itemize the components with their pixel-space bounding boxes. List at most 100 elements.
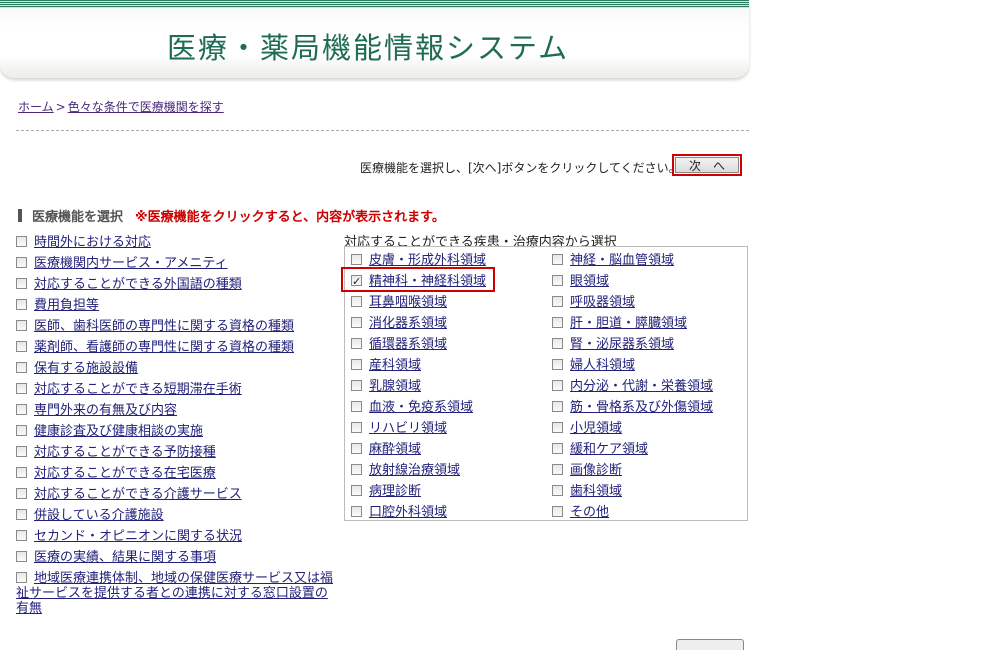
item-link[interactable]: 眼領域: [570, 274, 609, 289]
checkbox[interactable]: [351, 254, 362, 265]
checkbox[interactable]: [351, 338, 362, 349]
list-item: 地域医療連携体制、地域の保健医療サービス又は福祉サービスを提供する者との連携に対…: [16, 571, 338, 616]
item-link[interactable]: 皮膚・形成外科領域: [369, 253, 486, 268]
checkbox[interactable]: [552, 254, 563, 265]
checkbox[interactable]: [552, 443, 563, 454]
checkbox[interactable]: [16, 383, 27, 394]
item-link[interactable]: その他: [570, 505, 609, 520]
checkbox[interactable]: [351, 443, 362, 454]
checkbox[interactable]: [16, 320, 27, 331]
item-link[interactable]: 専門外来の有無及び内容: [34, 403, 177, 418]
checkbox[interactable]: [552, 359, 563, 370]
list-item: リハビリ領域: [351, 419, 486, 440]
checkbox[interactable]: [552, 380, 563, 391]
item-link[interactable]: 医師、歯科医師の専門性に関する資格の種類: [34, 319, 294, 334]
item-link[interactable]: 時間外における対応: [34, 235, 151, 250]
next-button[interactable]: 次 へ: [672, 154, 742, 176]
item-link[interactable]: 循環器系領域: [369, 337, 447, 352]
item-link[interactable]: 対応することができる在宅医療: [34, 466, 216, 481]
item-link[interactable]: 呼吸器領域: [570, 295, 635, 310]
checkbox[interactable]: [16, 530, 27, 541]
checkbox[interactable]: [351, 485, 362, 496]
checkbox[interactable]: [552, 317, 563, 328]
checkbox[interactable]: [16, 299, 27, 310]
item-link[interactable]: 歯科領域: [570, 484, 622, 499]
list-item: 婦人科領域: [552, 356, 713, 377]
item-link[interactable]: 対応することができる外国語の種類: [34, 277, 242, 292]
item-link[interactable]: 対応することができる短期滞在手術: [34, 382, 242, 397]
checkbox[interactable]: [351, 422, 362, 433]
item-link[interactable]: 併設している介護施設: [34, 508, 164, 523]
item-link[interactable]: 婦人科領域: [570, 358, 635, 373]
item-link[interactable]: 血液・免疫系領域: [369, 400, 473, 415]
item-link[interactable]: 麻酔領域: [369, 442, 421, 457]
list-item: その他: [552, 503, 713, 524]
checkbox[interactable]: [552, 464, 563, 475]
item-link[interactable]: 保有する施設設備: [34, 361, 138, 376]
medical-function-list: 時間外における対応医療機関内サービス・アメニティ 対応することができる外国語の種類…: [16, 233, 346, 616]
list-item: 小児領域: [552, 419, 713, 440]
checkbox[interactable]: [16, 467, 27, 478]
checkbox[interactable]: [16, 257, 27, 268]
checkbox[interactable]: [552, 338, 563, 349]
item-link[interactable]: 産科領域: [369, 358, 421, 373]
checkbox[interactable]: [351, 380, 362, 391]
checkbox[interactable]: [16, 551, 27, 562]
item-link[interactable]: 対応することができる予防接種: [34, 445, 216, 460]
checkbox[interactable]: [16, 425, 27, 436]
item-link[interactable]: 内分泌・代謝・栄養領域: [570, 379, 713, 394]
checkbox[interactable]: [351, 296, 362, 307]
list-item: 保有する施設設備: [16, 359, 346, 380]
item-link[interactable]: 消化器系領域: [369, 316, 447, 331]
checkbox[interactable]: [351, 317, 362, 328]
checkbox[interactable]: [351, 401, 362, 412]
item-link[interactable]: 対応することができる介護サービス: [34, 487, 242, 502]
checkbox[interactable]: [16, 341, 27, 352]
item-link[interactable]: 放射線治療領域: [369, 463, 460, 478]
checkbox[interactable]: [16, 509, 27, 520]
checkbox[interactable]: [16, 236, 27, 247]
breadcrumb-home-link[interactable]: ホーム: [18, 100, 54, 114]
checkbox[interactable]: [552, 275, 563, 286]
header-banner: 医療・薬局機能情報システム: [0, 0, 749, 78]
item-link[interactable]: 緩和ケア領域: [570, 442, 648, 457]
item-link[interactable]: リハビリ領域: [369, 421, 447, 436]
item-link[interactable]: セカンド・オピニオンに関する状況: [34, 529, 242, 544]
item-link[interactable]: 病理診断: [369, 484, 421, 499]
list-item: 病理診断: [351, 482, 486, 503]
breadcrumb-current-link[interactable]: 色々な条件で医療機関を探す: [68, 100, 224, 114]
checkbox[interactable]: [552, 296, 563, 307]
instruction-text: 医療機能を選択し、[次へ]ボタンをクリックしてください。→: [360, 161, 691, 175]
item-link[interactable]: 腎・泌尿器系領域: [570, 337, 674, 352]
item-link[interactable]: 費用負担等: [34, 298, 99, 313]
item-link[interactable]: 肝・胆道・膵臓領域: [570, 316, 687, 331]
bottom-button[interactable]: [676, 639, 744, 650]
checkbox[interactable]: [552, 422, 563, 433]
item-link[interactable]: 医療の実績、結果に関する事項: [34, 550, 216, 565]
item-link[interactable]: 神経・脳血管領域: [570, 253, 674, 268]
checkbox[interactable]: [16, 446, 27, 457]
checkbox[interactable]: [16, 572, 27, 583]
item-link[interactable]: 地域医療連携体制、地域の保健医療サービス又は福祉サービスを提供する者との連携に対…: [16, 571, 333, 616]
item-link[interactable]: 筋・骨格系及び外傷領域: [570, 400, 713, 415]
checkbox[interactable]: [552, 506, 563, 517]
checkbox[interactable]: [351, 464, 362, 475]
checkbox[interactable]: [351, 359, 362, 370]
item-link[interactable]: 口腔外科領域: [369, 505, 447, 520]
checkbox[interactable]: [16, 488, 27, 499]
item-link[interactable]: 小児領域: [570, 421, 622, 436]
item-link[interactable]: 薬剤師、看護師の専門性に関する資格の種類: [34, 340, 294, 355]
checkbox[interactable]: [552, 485, 563, 496]
item-link[interactable]: 医療機関内サービス・アメニティ: [34, 256, 228, 271]
checkbox[interactable]: [16, 278, 27, 289]
item-link[interactable]: 耳鼻咽喉領域: [369, 295, 447, 310]
item-link[interactable]: 画像診断: [570, 463, 622, 478]
list-item: 内分泌・代謝・栄養領域: [552, 377, 713, 398]
checkbox[interactable]: [16, 362, 27, 373]
item-link[interactable]: 健康診査及び健康相談の実施: [34, 424, 203, 439]
list-item: 乳腺領域: [351, 377, 486, 398]
checkbox[interactable]: [552, 401, 563, 412]
checkbox[interactable]: [351, 506, 362, 517]
checkbox[interactable]: [16, 404, 27, 415]
item-link[interactable]: 乳腺領域: [369, 379, 421, 394]
